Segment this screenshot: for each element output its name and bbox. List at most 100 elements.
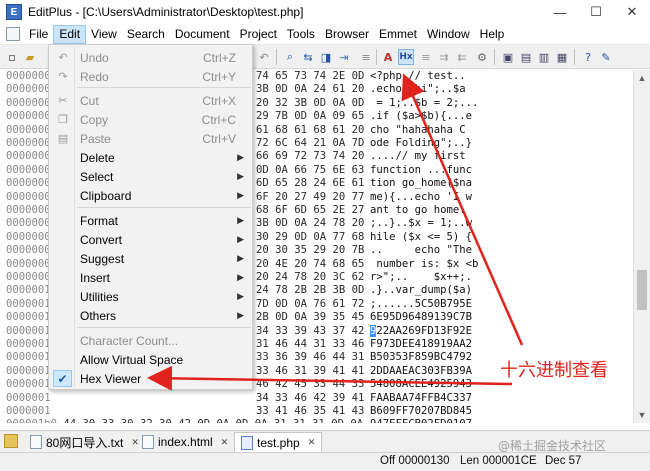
menu-item-character-count[interactable]: Character Count... [50,331,252,350]
tab-close-icon[interactable]: ✕ [308,437,316,448]
tab-80wangkou[interactable]: 80网口导入.txt ✕ [24,432,145,452]
settings-icon[interactable]: ⚙ [474,49,490,65]
hex-address: 0000001 [6,391,51,404]
menu-file[interactable]: File [24,25,53,44]
edit-menu-dropdown: ↶ Undo Ctrl+Z ↷ Redo Ctrl+Y ✂ Cut Ctrl+X ❐ Copy Ctr… [48,44,253,390]
menu-item-suggest[interactable]: Suggest ▶ [50,249,252,268]
menu-item-label: Utilities [80,289,119,304]
hex-row[interactable]: 0000001 34 33 46 42 39 41 [6,391,364,405]
find-icon[interactable]: ⌕ [282,49,298,65]
menu-item-paste[interactable]: ▤ Paste Ctrl+V [50,129,252,148]
open-folder-icon[interactable]: ▰ [22,49,38,65]
ascii-row: B50353F859BC4792 [370,351,473,364]
menu-tools[interactable]: Tools [282,25,320,44]
scroll-up-icon[interactable]: ▲ [634,70,650,86]
menu-item-delete[interactable]: Delete ▶ [50,148,252,167]
hex-bytes: 66 69 72 73 74 20 [256,150,365,163]
word-wrap-icon[interactable]: ≡ [418,49,434,65]
menu-search[interactable]: Search [122,25,170,44]
hex-address: 0000000 [6,96,51,109]
replace-icon[interactable]: ⇆ [300,49,316,65]
font-size-icon[interactable]: A [380,49,396,65]
menu-project[interactable]: Project [235,25,282,44]
menu-shortcut: Ctrl+X [202,93,236,108]
menu-item-undo[interactable]: ↶ Undo Ctrl+Z [50,48,252,67]
ascii-row: 947EFFCB02FD0107 [370,418,472,423]
scroll-icon[interactable]: ≡ [358,49,374,65]
menu-item-clipboard[interactable]: Clipboard ▶ [50,186,252,205]
ascii-row: B609FF70207BD845 [370,405,473,417]
folder-icon[interactable] [4,434,18,448]
ascii-row: FAABAA74FFB4C337 [370,391,473,404]
hex-row[interactable]: 000001b0 44 30 33 30 32 30 42 0D 0A 0D 0… [6,418,363,423]
close-button[interactable]: ✕ [614,0,650,24]
menu-emmet[interactable]: Emmet [374,25,422,44]
panel-icon[interactable]: ▣ [500,49,516,65]
hex-address: 0000001 [6,284,51,297]
ascii-row: F973DEE418919AA2 [370,338,473,350]
tab-close-icon[interactable]: ✕ [221,437,229,448]
new-file-icon[interactable]: ▫ [4,49,20,65]
menu-item-hex-viewer[interactable]: ✔ Hex Viewer [50,369,252,388]
undo-icon[interactable]: ↶ [256,49,272,65]
menu-item-format[interactable]: Format ▶ [50,211,252,230]
ascii-row: ode Folding";..} [370,137,473,149]
menu-item-copy[interactable]: ❐ Copy Ctrl+C [50,110,252,129]
menu-window[interactable]: Window [422,25,475,44]
menu-item-insert[interactable]: Insert ▶ [50,268,252,287]
window-icon[interactable]: ▥ [536,49,552,65]
submenu-arrow-icon: ▶ [237,171,244,181]
help-icon[interactable]: ? [580,49,596,65]
document-icon[interactable] [6,27,20,41]
editplus-app-icon: E [6,4,22,20]
html-file-icon [142,435,154,449]
scroll-down-icon[interactable]: ▼ [634,407,650,423]
hex-bytes: 33 46 31 39 41 41 [256,364,365,377]
menu-item-convert[interactable]: Convert ▶ [50,230,252,249]
toolbar-separator [494,49,495,65]
scroll-thumb[interactable] [637,270,647,310]
submenu-arrow-icon: ▶ [237,152,244,162]
menu-separator [77,327,251,328]
ascii-row: ;......5C50B795E [370,297,473,310]
menu-item-label: Suggest [80,251,125,266]
tab-index-html[interactable]: index.html ✕ [136,432,234,452]
maximize-button[interactable]: ☐ [578,0,614,24]
tile-icon[interactable]: ▦ [554,49,570,65]
browser-icon[interactable]: ◨ [318,49,334,65]
list-icon[interactable]: ▤ [518,49,534,65]
menu-item-others[interactable]: Others ▶ [50,306,252,325]
vertical-scrollbar[interactable]: ▲ ▼ [633,70,650,423]
tab-test-php[interactable]: test.php ✕ [234,432,323,452]
hex-bytes: 44 30 33 30 32 30 42 0D 0A 0D 0A 31 31 3… [63,418,363,423]
menu-item-allow-virtual-space[interactable]: Allow Virtual Space [50,350,252,369]
outdent-icon[interactable]: ⇇ [454,49,470,65]
hex-address: 0000000 [6,204,51,216]
submenu-arrow-icon: ▶ [237,272,244,282]
menu-shortcut: Ctrl+Y [202,69,236,84]
hex-bytes: 31 46 44 31 33 46 [256,338,365,350]
pin-icon[interactable]: ✎ [598,49,614,65]
submenu-arrow-icon: ▶ [237,215,244,225]
minimize-button[interactable]: — [542,0,578,24]
hex-row[interactable]: 0000001 33 41 46 35 41 43 [6,405,364,418]
hex-view-icon[interactable]: Hx [398,49,414,65]
menu-view[interactable]: View [86,25,122,44]
menu-help[interactable]: Help [475,25,510,44]
menu-item-select[interactable]: Select ▶ [50,167,252,186]
menu-item-cut[interactable]: ✂ Cut Ctrl+X [50,91,252,110]
menu-browser[interactable]: Browser [320,25,374,44]
toggle-icon[interactable]: ⇥ [336,49,352,65]
hex-address: 0000000 [6,123,51,136]
menu-document[interactable]: Document [170,25,235,44]
menu-item-label: Cut [80,93,99,108]
redo-icon: ↷ [58,71,68,83]
indent-icon[interactable]: ⇉ [436,49,452,65]
status-bar: Off 00000130 Len 000001CE Dec 57 [0,452,650,471]
ascii-row: me){...echo 'I w [370,190,473,203]
copy-icon: ❐ [58,114,68,126]
menu-item-utilities[interactable]: Utilities ▶ [50,287,252,306]
menu-edit[interactable]: Edit [53,24,87,44]
hex-bytes: 34 33 39 43 37 42 [256,324,365,337]
menu-item-redo[interactable]: ↷ Redo Ctrl+Y [50,67,252,86]
